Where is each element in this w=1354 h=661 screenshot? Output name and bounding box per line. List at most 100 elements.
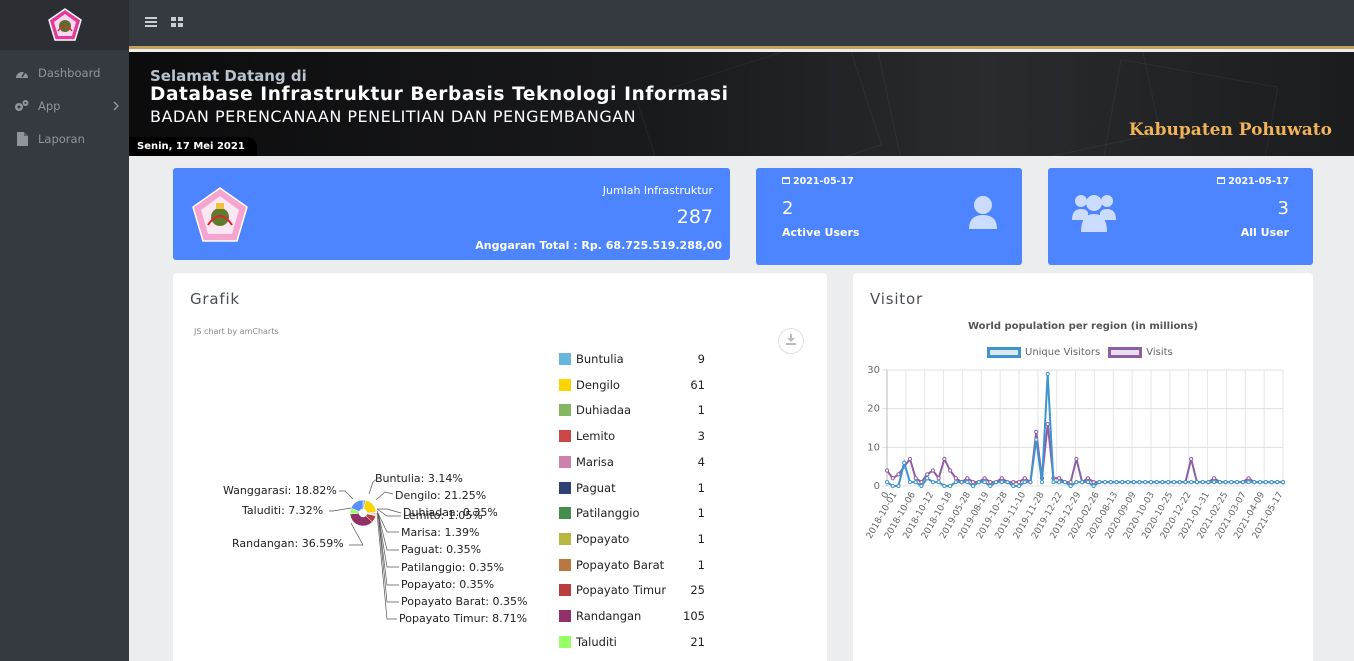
data-point[interactable] xyxy=(1091,483,1096,489)
data-point[interactable] xyxy=(993,480,999,485)
data-point[interactable] xyxy=(896,483,901,489)
data-point[interactable] xyxy=(1223,480,1228,485)
data-point[interactable] xyxy=(1217,480,1222,485)
data-point[interactable] xyxy=(913,476,918,481)
data-point[interactable] xyxy=(907,456,913,462)
series-line-visits[interactable] xyxy=(886,424,1283,484)
data-point[interactable] xyxy=(1068,483,1073,489)
data-point[interactable] xyxy=(930,468,936,473)
data-point[interactable] xyxy=(1229,480,1234,485)
data-point[interactable] xyxy=(1177,480,1182,485)
data-point[interactable] xyxy=(942,483,947,489)
data-point[interactable] xyxy=(1005,480,1010,485)
data-point[interactable] xyxy=(1240,480,1245,485)
data-point[interactable] xyxy=(890,476,895,481)
data-point[interactable] xyxy=(913,480,918,485)
data-point[interactable] xyxy=(1160,480,1165,485)
data-point[interactable] xyxy=(988,483,993,489)
legend-item-marisa[interactable]: Marisa 4 xyxy=(559,455,705,469)
data-point[interactable] xyxy=(1257,480,1263,485)
data-point[interactable] xyxy=(982,480,987,485)
data-point[interactable] xyxy=(999,480,1004,485)
data-point[interactable] xyxy=(1091,480,1096,485)
legend-swatch-visits[interactable] xyxy=(1108,347,1143,358)
data-point[interactable] xyxy=(1212,476,1217,481)
sidebar-logo[interactable] xyxy=(0,0,129,50)
data-point[interactable] xyxy=(953,480,958,485)
data-point[interactable] xyxy=(1114,480,1119,485)
data-point[interactable] xyxy=(1051,480,1056,485)
legend-swatch-unique[interactable] xyxy=(987,347,1021,358)
data-point[interactable] xyxy=(1234,480,1240,485)
data-point[interactable] xyxy=(982,476,987,481)
data-point[interactable] xyxy=(988,480,993,485)
data-point[interactable] xyxy=(1120,480,1125,485)
data-point[interactable] xyxy=(890,483,895,489)
data-point[interactable] xyxy=(930,480,936,485)
data-point[interactable] xyxy=(1022,476,1027,481)
data-point[interactable] xyxy=(1068,480,1073,485)
legend-item-taluditi[interactable]: Taluditi 21 xyxy=(559,635,705,649)
data-point[interactable] xyxy=(970,480,976,485)
data-point[interactable] xyxy=(925,476,930,481)
data-point[interactable] xyxy=(1034,437,1039,442)
data-point[interactable] xyxy=(1016,483,1022,489)
data-point[interactable] xyxy=(1183,480,1188,485)
data-point[interactable] xyxy=(1074,480,1079,485)
legend-item-paguat[interactable]: Paguat 1 xyxy=(559,481,705,495)
series-line-unique-visitors[interactable] xyxy=(886,373,1283,488)
data-point[interactable] xyxy=(959,480,964,485)
data-point[interactable] xyxy=(999,476,1004,481)
data-point[interactable] xyxy=(1275,480,1280,485)
data-point[interactable] xyxy=(884,480,890,485)
data-point[interactable] xyxy=(1097,480,1102,485)
data-point[interactable] xyxy=(1125,480,1131,485)
data-point[interactable] xyxy=(884,468,890,473)
data-point[interactable] xyxy=(942,456,947,462)
data-point[interactable] xyxy=(1212,480,1217,485)
data-point[interactable] xyxy=(1011,483,1016,489)
data-point[interactable] xyxy=(1252,480,1257,485)
data-point[interactable] xyxy=(1131,480,1136,485)
data-point[interactable] xyxy=(936,480,941,485)
data-point[interactable] xyxy=(1085,480,1090,485)
data-point[interactable] xyxy=(1045,422,1050,427)
data-point[interactable] xyxy=(1016,480,1022,485)
data-point[interactable] xyxy=(896,472,901,477)
data-point[interactable] xyxy=(1108,480,1113,485)
data-point[interactable] xyxy=(1246,480,1251,485)
data-point[interactable] xyxy=(936,476,941,481)
data-point[interactable] xyxy=(1200,480,1205,485)
legend-item-duhiadaa[interactable]: Duhiadaa 1 xyxy=(559,403,705,417)
data-point[interactable] xyxy=(1034,429,1039,434)
data-point[interactable] xyxy=(1263,480,1268,485)
data-point[interactable] xyxy=(1022,480,1027,485)
legend-item-popayato-timur[interactable]: Popayato Timur 25 xyxy=(559,583,705,597)
legend-item-popayato[interactable]: Popayato 1 xyxy=(559,532,705,546)
data-point[interactable] xyxy=(902,460,907,465)
data-point[interactable] xyxy=(919,483,924,489)
visitor-line-chart[interactable]: 010203002018-10-012018-10-062018-10-1220… xyxy=(853,358,1313,548)
sidebar-item-dashboard[interactable]: Dashboard xyxy=(0,56,129,89)
data-point[interactable] xyxy=(1189,480,1194,485)
data-point[interactable] xyxy=(1074,456,1079,462)
data-point[interactable] xyxy=(1194,480,1200,485)
data-point[interactable] xyxy=(1057,480,1062,485)
data-point[interactable] xyxy=(1154,480,1159,485)
data-point[interactable] xyxy=(953,476,958,481)
data-point[interactable] xyxy=(1085,476,1090,481)
sidebar-item-app[interactable]: App xyxy=(0,89,129,122)
data-point[interactable] xyxy=(1246,476,1251,481)
legend-item-lemito[interactable]: Lemito 3 xyxy=(559,429,705,443)
data-point[interactable] xyxy=(1206,480,1211,485)
data-point[interactable] xyxy=(907,480,913,485)
data-point[interactable] xyxy=(965,480,970,485)
data-point[interactable] xyxy=(1028,480,1033,485)
legend-item-buntulia[interactable]: Buntulia 9 xyxy=(559,352,705,366)
data-point[interactable] xyxy=(948,468,953,473)
data-point[interactable] xyxy=(1189,456,1194,462)
data-point[interactable] xyxy=(1280,480,1286,485)
menu-toggle-icon[interactable] xyxy=(145,16,157,30)
data-point[interactable] xyxy=(1148,480,1154,485)
data-point[interactable] xyxy=(965,476,970,481)
